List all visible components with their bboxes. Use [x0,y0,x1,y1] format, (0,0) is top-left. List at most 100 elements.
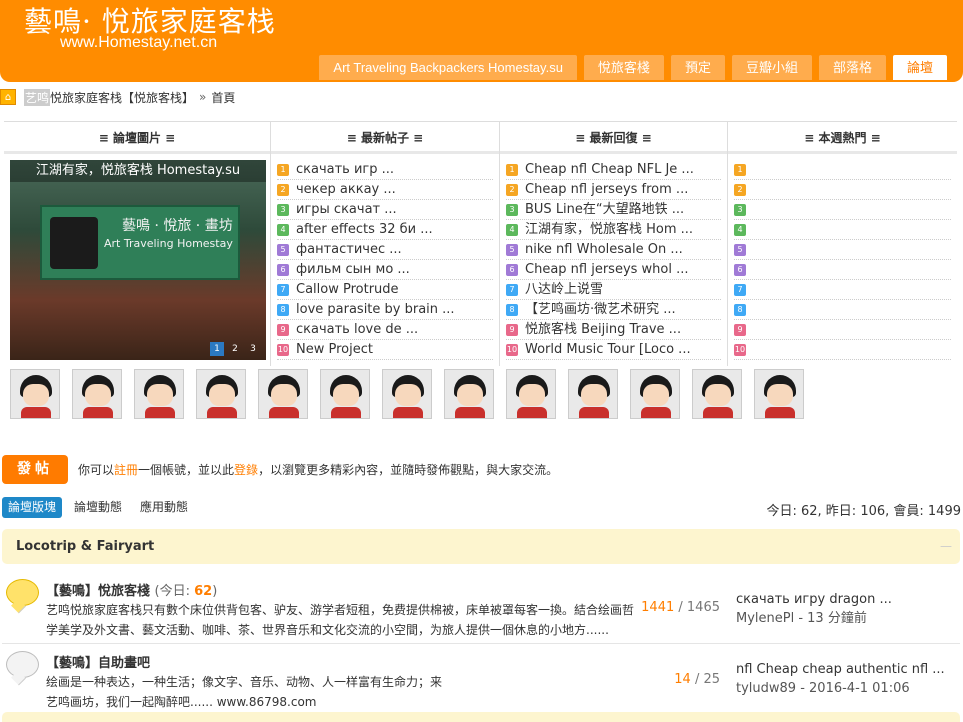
list-item-link[interactable]: 【艺鸣画坊·微艺术研究 ... [525,300,676,319]
nav-tab[interactable]: 預定 [670,55,725,80]
list-item[interactable]: 5 фантастичес ... [277,240,493,260]
collapse-icon[interactable]: — [940,539,952,553]
list-item[interactable]: 6 фильм сын мо ... [277,260,493,280]
avatar[interactable] [382,369,432,419]
avatar[interactable] [196,369,246,419]
list-item[interactable]: 4 [734,220,951,240]
list-item[interactable]: 2 Cheap nfl jerseys from ... [506,180,721,200]
rank-badge: 8 [734,303,746,316]
list-item-link[interactable]: чекер аккау ... [296,180,396,199]
list-item[interactable]: 5 [734,240,951,260]
last-post-title[interactable]: nfl Cheap cheap authentic nfl ... [736,660,945,679]
register-link[interactable]: 註冊 [114,463,138,477]
list-item-link[interactable]: BUS Line在“大望路地铁 ... [525,200,684,219]
list-item-link[interactable]: 悦旅客栈 Beijing Trave ... [525,320,681,339]
forum-name-link[interactable]: 【藝鳴】自助畫吧 [46,656,150,671]
list-item-link[interactable]: World Music Tour [Loco ... [525,340,691,359]
list-item[interactable]: 3 BUS Line在“大望路地铁 ... [506,200,721,220]
list-item[interactable]: 8 【艺鸣画坊·微艺术研究 ... [506,300,721,320]
avatar-body [393,407,423,418]
nav-tab[interactable]: 悅旅客棧 [583,55,664,80]
avatar[interactable] [72,369,122,419]
avatar-face [705,384,731,406]
list-item[interactable]: 4 after effects 32 би ... [277,220,493,240]
list-item-link[interactable]: фильм сын мо ... [296,260,410,279]
list-item[interactable]: 7 [734,280,951,300]
tab-forum-boards[interactable]: 論壇版塊 [2,497,63,518]
list-item[interactable]: 5 nike nfl Wholesale On ... [506,240,721,260]
list-item-link[interactable]: nike nfl Wholesale On ... [525,240,683,259]
avatar[interactable] [444,369,494,419]
list-item-link[interactable]: скачать игр ... [296,160,394,179]
list-item[interactable]: 10 World Music Tour [Loco ... [506,340,721,360]
list-item[interactable]: 1 [734,160,951,180]
new-post-button[interactable]: 發帖 [2,455,68,484]
last-post-meta[interactable]: tyludw89 - 2016-4-1 01:06 [736,679,945,698]
list-item-link[interactable]: Callow Protrude [296,280,399,299]
list-item-link[interactable]: Cheap nfl Cheap NFL Je ... [525,160,694,179]
avatar[interactable] [320,369,370,419]
list-item[interactable]: 6 [734,260,951,280]
nav-tab[interactable]: 論壇 [892,55,947,80]
forum-name-link[interactable]: 【藝鳴】悅旅客棧 [46,584,150,599]
slide-dot[interactable]: 3 [246,342,260,356]
list-item-link[interactable]: игры скачат ... [296,200,397,219]
slideshow[interactable]: 江湖有家，悦旅客栈 Homestay.su 藝鳴 · 悅旅 · 畫坊 Art T… [10,160,266,360]
last-post-title[interactable]: скачать игру dragon ... [736,590,892,609]
list-item[interactable]: 3 игры скачат ... [277,200,493,220]
list-item[interactable]: 10 [734,340,951,360]
last-post-meta[interactable]: MylenePl - 13 分鐘前 [736,609,892,628]
list-item[interactable]: 8 love parasite by brain ... [277,300,493,320]
list-item[interactable]: 4 江湖有家，悦旅客栈 Hom ... [506,220,721,240]
list-item-link[interactable]: 八达岭上说雪 [525,280,603,299]
slide-dot[interactable]: 2 [228,342,242,356]
list-item-link[interactable]: after effects 32 би ... [296,220,433,239]
avatar[interactable] [258,369,308,419]
tab-app-activity[interactable]: 應用動態 [134,497,194,518]
nav-tab[interactable]: 豆瓣小組 [731,55,812,80]
breadcrumb-site-name[interactable]: 悦旅家庭客栈【悦旅客栈】 [50,89,194,106]
list-item-link[interactable]: Cheap nfl jerseys whol ... [525,260,689,279]
list-item[interactable]: 9 скачать love de ... [277,320,493,340]
list-item[interactable]: 7 八达岭上说雪 [506,280,721,300]
list-item[interactable]: 10 New Project [277,340,493,360]
forum-counts: 1441 / 1465 [630,600,720,615]
list-item[interactable]: 8 [734,300,951,320]
list-item[interactable]: 7 Callow Protrude [277,280,493,300]
breadcrumb-site[interactable]: 艺鸣 [24,88,51,106]
list-item-link[interactable]: love parasite by brain ... [296,300,455,319]
forum-group-title[interactable]: Locotrip & Fairyart [16,539,154,554]
avatar[interactable] [506,369,556,419]
forum-last-post: nfl Cheap cheap authentic nfl ... tyludw… [736,660,945,698]
avatar[interactable] [134,369,184,419]
list-item[interactable]: 2 [734,180,951,200]
list-item[interactable]: 1 скачать игр ... [277,160,493,180]
nav-tab[interactable]: 部落格 [818,55,886,80]
list-item[interactable]: 9 悦旅客栈 Beijing Trave ... [506,320,721,340]
list-item[interactable]: 2 чекер аккау ... [277,180,493,200]
avatar[interactable] [568,369,618,419]
nav-tab[interactable]: Art Traveling Backpackers Homestay.su [319,55,577,80]
list-item[interactable]: 6 Cheap nfl jerseys whol ... [506,260,721,280]
list-item[interactable]: 3 [734,200,951,220]
slide-caption[interactable]: 江湖有家，悦旅客栈 Homestay.su [10,160,266,182]
slide-dot[interactable]: 1 [210,342,224,356]
avatar-face [333,384,359,406]
avatar[interactable] [692,369,742,419]
tab-forum-activity[interactable]: 論壇動態 [68,497,128,518]
rank-badge: 3 [277,203,289,216]
avatar[interactable] [10,369,60,419]
list-item-link[interactable]: Cheap nfl jerseys from ... [525,180,688,199]
site-logo-url[interactable]: www.Homestay.net.cn [60,34,217,52]
home-icon[interactable]: ⌂ [0,89,16,105]
list-item-link[interactable]: 江湖有家，悦旅客栈 Hom ... [525,220,693,239]
list-item[interactable]: 9 [734,320,951,340]
avatar[interactable] [630,369,680,419]
avatar-body [21,407,51,418]
login-link[interactable]: 登錄 [234,463,258,477]
list-item[interactable]: 1 Cheap nfl Cheap NFL Je ... [506,160,721,180]
list-item-link[interactable]: фантастичес ... [296,240,402,259]
avatar[interactable] [754,369,804,419]
list-item-link[interactable]: скачать love de ... [296,320,418,339]
list-item-link[interactable]: New Project [296,340,373,359]
